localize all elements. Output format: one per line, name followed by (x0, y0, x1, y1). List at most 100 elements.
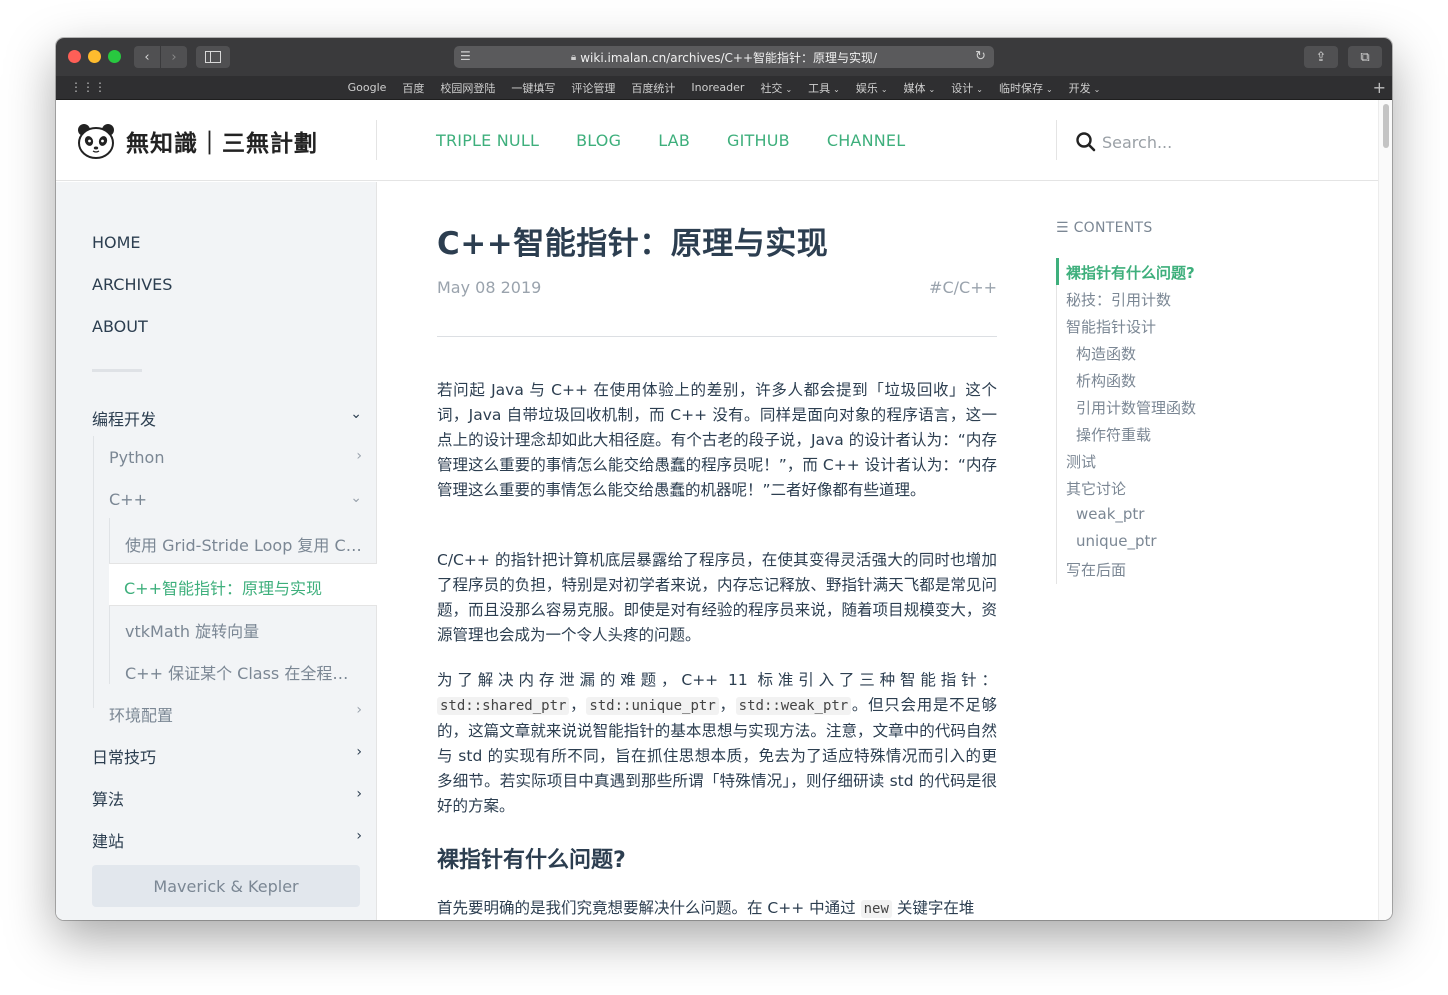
minimize-window-button[interactable] (88, 50, 101, 63)
category-label: 算法 (92, 790, 125, 809)
toc-item[interactable]: 构造函数 (1076, 343, 1136, 364)
chevron-right-icon: › (356, 744, 362, 760)
sidebar-subcategory-python[interactable]: Python › (109, 448, 362, 467)
bookmark-item[interactable]: 评论管理 (563, 80, 623, 96)
toc-item[interactable]: 测试 (1066, 451, 1096, 472)
sidebar-subcategory-cpp[interactable]: C++ ⌄ (109, 490, 362, 509)
page-scrollbar[interactable] (1378, 100, 1392, 920)
bookmark-item[interactable]: 临时保存 ⌄ (991, 80, 1061, 96)
share-button[interactable]: ⇪ (1304, 46, 1338, 68)
bookmark-label: 一键填写 (511, 81, 556, 95)
chevron-right-icon: › (356, 786, 362, 802)
toc-item[interactable]: unique_ptr (1076, 532, 1157, 550)
nav-link-lab[interactable]: LAB (658, 131, 690, 150)
subcategory-label: 环境配置 (109, 706, 174, 725)
chevron-down-icon: ⌄ (1045, 84, 1053, 94)
top-navigation: TRIPLE NULL BLOG LAB GITHUB CHANNEL (436, 131, 905, 150)
scrollbar-thumb[interactable] (1383, 104, 1389, 148)
sidebar-category-website[interactable]: 建站 › (92, 828, 362, 852)
bookmark-item[interactable]: 百度统计 (623, 80, 683, 96)
search-input[interactable] (1102, 130, 1302, 154)
sidebar-category-programming[interactable]: 编程开发 ⌄ (92, 406, 362, 430)
sidebar-link-home[interactable]: HOME (92, 233, 141, 252)
paragraph: 若问起 Java 与 C++ 在使用体验上的差别，许多人都会提到「垃圾回收」这个… (437, 381, 997, 499)
toc-item[interactable]: weak_ptr (1076, 505, 1144, 523)
chevron-down-icon: ⌄ (928, 84, 936, 94)
toc-item[interactable]: 写在后面 (1066, 559, 1126, 580)
bookmark-item[interactable]: 百度 (394, 80, 432, 96)
share-icon: ⇪ (1315, 49, 1327, 65)
toc-track (1056, 258, 1057, 584)
toc-heading: ☰ CONTENTS (1056, 220, 1153, 236)
chevron-down-icon: ⌄ (976, 84, 983, 94)
toc-item[interactable]: 智能指针设计 (1066, 316, 1156, 337)
bookmark-label: 工具 (808, 81, 831, 95)
post-tag-link[interactable]: #C/C++ (929, 278, 997, 297)
sidebar-category-tips[interactable]: 日常技巧 › (92, 744, 362, 768)
bookmarks-bar: ⋮⋮⋮ + Google 百度 校园网登陆 一键填写 评论管理 百度统计 Inoreader… (56, 76, 1392, 100)
nav-link-github[interactable]: GITHUB (727, 131, 790, 150)
sidebar-toggle-button[interactable] (196, 46, 230, 68)
toc-item[interactable]: 析构函数 (1076, 370, 1136, 391)
reader-list-icon[interactable]: ☰ (460, 49, 471, 63)
bookmark-item[interactable]: 娱乐 ⌄ (848, 80, 896, 96)
sidebar-link-archives[interactable]: ARCHIVES (92, 275, 172, 294)
text-span: ， (569, 696, 587, 714)
sidebar-link-about[interactable]: ABOUT (92, 317, 148, 336)
sidebar-post-link[interactable]: vtkMath 旋转向量 (125, 618, 362, 642)
bookmark-item[interactable]: 校园网登陆 (432, 80, 503, 96)
panda-logo-icon (78, 124, 114, 159)
sidebar-post-link[interactable]: 使用 Grid-Stride Loop 复用 CUDA 线程 (125, 532, 362, 556)
bookmark-item[interactable]: 一键填写 (503, 80, 563, 96)
text-span: 为了解决内存泄漏的难题，C++ 11 标准引入了三种智能指针： (437, 671, 997, 689)
site-header: 無知識｜三無計劃 TRIPLE NULL BLOG LAB GITHUB CHANNEL (56, 100, 1378, 181)
author-button[interactable]: Maverick & Kepler (92, 865, 360, 907)
bookmark-label: 评论管理 (571, 81, 616, 95)
nav-link-blog[interactable]: BLOG (576, 131, 621, 150)
inline-code: std::weak_ptr (735, 697, 852, 715)
bookmark-label: Google (347, 81, 387, 94)
chevron-left-icon: ‹ (144, 49, 150, 65)
grid-icon[interactable]: ⋮⋮⋮ (70, 80, 106, 94)
bookmark-item[interactable]: 设计 ⌄ (943, 80, 991, 96)
nav-link-triple-null[interactable]: TRIPLE NULL (436, 131, 539, 150)
chevron-down-icon: ⌄ (880, 84, 888, 94)
sidebar-category-algorithms[interactable]: 算法 › (92, 786, 362, 810)
chevron-down-icon: ⌄ (350, 490, 362, 506)
sidebar-post-link[interactable]: C++ 保证某个 Class 在全程序中唯一实例 (125, 660, 362, 684)
reload-icon[interactable]: ↻ (975, 49, 986, 64)
bookmark-label: 娱乐 (855, 81, 878, 95)
chevron-down-icon: ⌄ (1093, 84, 1101, 94)
nav-link-channel[interactable]: CHANNEL (827, 131, 906, 150)
sidebar-divider (92, 369, 142, 372)
sidebar-subcategory-environment[interactable]: 环境配置 › (109, 702, 362, 726)
bookmark-item[interactable]: Google (340, 81, 395, 94)
chevron-right-icon: › (356, 702, 362, 718)
bookmark-item[interactable]: 媒体 ⌄ (896, 80, 944, 96)
search-icon[interactable] (1074, 130, 1098, 154)
toc-item[interactable]: 操作符重载 (1076, 424, 1151, 445)
new-tab-plus-icon[interactable]: + (1373, 78, 1386, 97)
tabs-icon: ⧉ (1360, 49, 1370, 65)
bookmark-item[interactable]: 开发 ⌄ (1061, 80, 1109, 96)
bookmark-item[interactable]: Inoreader (683, 81, 752, 94)
site-logo[interactable]: 無知識｜三無計劃 (76, 122, 318, 160)
back-button[interactable]: ‹ (134, 46, 160, 68)
bookmark-label: 百度统计 (631, 81, 676, 95)
close-window-button[interactable] (68, 50, 81, 63)
inline-code: std::shared_ptr (437, 697, 570, 715)
toc-item[interactable]: 其它讨论 (1066, 478, 1126, 499)
toc-item[interactable]: 引用计数管理函数 (1076, 397, 1196, 418)
tab-overview-button[interactable]: ⧉ (1348, 46, 1382, 68)
toc-item[interactable]: 秘技：引用计数 (1066, 289, 1171, 310)
toc-item[interactable]: 裸指针有什么问题? (1066, 262, 1195, 283)
post-title: C++智能指针：原理与实现 (437, 226, 829, 262)
bookmark-label: 媒体 (903, 81, 926, 95)
sidebar-post-link-active[interactable]: C++智能指针：原理与实现 (109, 563, 377, 606)
bookmark-item[interactable]: 社交 ⌄ (752, 80, 800, 96)
bookmark-item[interactable]: 工具 ⌄ (800, 80, 848, 96)
bookmark-label: 临时保存 (998, 81, 1043, 95)
forward-button[interactable]: › (161, 46, 187, 68)
address-bar[interactable]: ☰ 🔒︎ wiki.imalan.cn/archives/C++智能指针：原理与… (454, 46, 994, 68)
maximize-window-button[interactable] (108, 50, 121, 63)
